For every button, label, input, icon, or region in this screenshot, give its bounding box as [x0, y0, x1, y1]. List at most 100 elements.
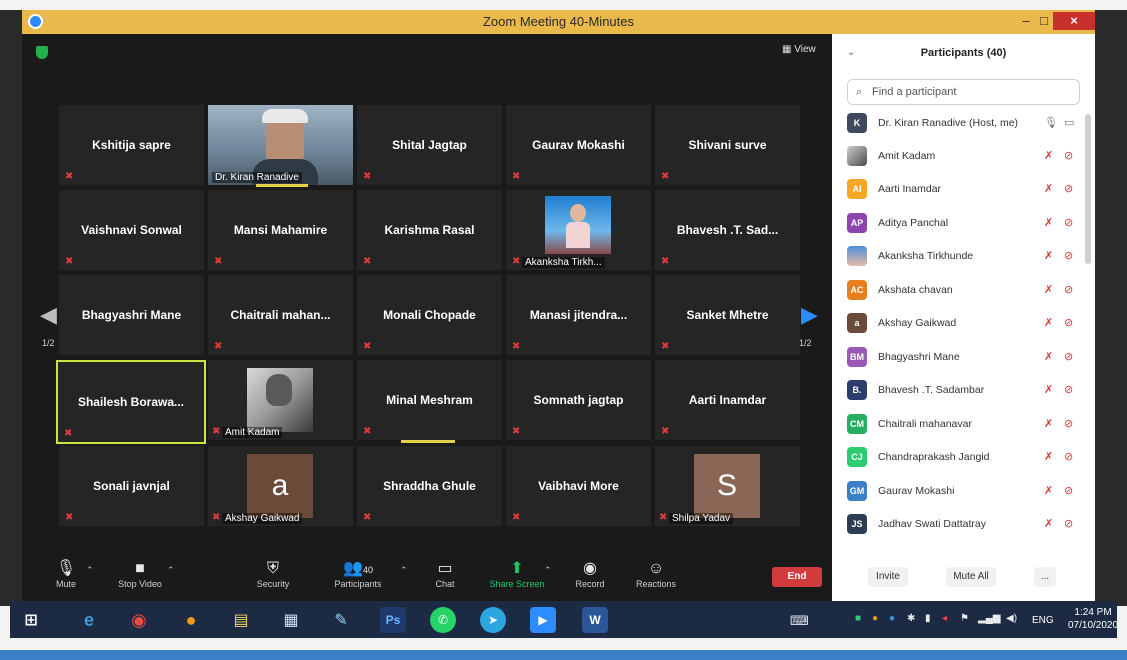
next-page-arrow-icon[interactable]: ▶ [801, 302, 818, 328]
tray-app-icon[interactable]: ● [872, 613, 878, 624]
muted-mic-icon: ✖ [363, 512, 372, 523]
bluetooth-icon[interactable]: ✱ [907, 613, 915, 624]
zoom-taskbar-icon[interactable]: ▶ [530, 607, 556, 633]
participant-row[interactable]: a Akshay Gaikwad ✗ ⊘ [844, 311, 1084, 337]
participant-row[interactable]: AP Aditya Panchal ✗ ⊘ [844, 211, 1084, 237]
video-tile[interactable]: Minal Meshram ✖ [357, 360, 502, 443]
grid-icon: ▦ [782, 44, 795, 55]
meeting-gallery: ▦ View ◀ 1/2 ▶ 1/2 Kshitija sapre ✖ Dr. … [22, 34, 832, 601]
taskbar-clock[interactable]: 1:24 PM 07/10/2020 [1068, 606, 1118, 632]
page-indicator-right: 1/2 [799, 338, 812, 348]
participant-row[interactable]: B. Bhavesh .T. Sadambar ✗ ⊘ [844, 378, 1084, 404]
calculator-icon[interactable]: ▦ [278, 607, 304, 633]
video-options-caret-icon[interactable]: ⌃ [167, 565, 175, 576]
stop-video-button[interactable]: ■ Stop Video [110, 559, 170, 589]
maximize-button[interactable]: □ [1035, 12, 1053, 30]
share-options-caret-icon[interactable]: ⌃ [544, 565, 552, 576]
video-tile[interactable]: Sonali javnjal ✖ [59, 446, 204, 526]
record-button[interactable]: ◉ Record [569, 559, 611, 589]
whatsapp-icon[interactable]: ✆ [430, 607, 456, 633]
video-tile[interactable]: Aarti Inamdar ✖ [655, 360, 800, 440]
participant-row[interactable]: BM Bhagyashri Mane ✗ ⊘ [844, 345, 1084, 371]
share-screen-button[interactable]: ⬆ Share Screen [484, 559, 550, 589]
view-button[interactable]: ▦ View [782, 44, 816, 55]
more-options-button[interactable]: ... [1034, 567, 1056, 587]
network-icon[interactable]: ▂▄▆ [978, 613, 1000, 624]
video-tile[interactable]: Somnath jagtap ✖ [506, 360, 651, 440]
firefox-icon[interactable]: ● [178, 607, 204, 633]
keyboard-icon[interactable]: ⌨ [790, 613, 809, 629]
window-title: Zoom Meeting 40-Minutes [482, 14, 634, 29]
muted-mic-icon: ✖ [363, 341, 372, 352]
tile-label: Shilpa Yadav [669, 513, 734, 524]
participant-row[interactable]: K Dr. Kiran Ranadive (Host, me) 🎙 ▭ [844, 111, 1084, 137]
participant-row[interactable]: JS Jadhav Swati Dattatray ✗ ⊘ [844, 512, 1084, 538]
video-tile[interactable]: S ✖ Shilpa Yadav [655, 446, 800, 526]
tray-app-icon[interactable]: ● [889, 613, 895, 624]
mute-all-button[interactable]: Mute All [946, 567, 996, 587]
video-tile[interactable]: Monali Chopade ✖ [357, 275, 502, 355]
video-tile[interactable]: Shivani surve ✖ [655, 105, 800, 185]
video-tile[interactable]: Chaitrali mahan... ✖ [208, 275, 353, 355]
video-tile[interactable]: Vaibhavi More ✖ [506, 446, 651, 526]
close-button[interactable]: × [1053, 12, 1095, 30]
panel-scrollbar[interactable] [1085, 114, 1091, 264]
word-icon[interactable]: W [582, 607, 608, 633]
chrome-icon[interactable]: ◉ [126, 607, 152, 633]
prev-page-arrow-icon[interactable]: ◀ [40, 302, 57, 328]
telegram-icon[interactable]: ➤ [480, 607, 506, 633]
screen-frame: Zoom Meeting 40-Minutes – □ × ▦ View ◀ 1… [0, 0, 1127, 660]
windows-start-icon[interactable]: ⊞ [18, 607, 44, 633]
participants-panel: ⌄ Participants (40) ⌕ Find a participant… [832, 34, 1095, 601]
flag-icon[interactable]: ⚑ [960, 613, 969, 624]
participant-row[interactable]: Akanksha Tirkhunde ✗ ⊘ [844, 244, 1084, 270]
paint-icon[interactable]: ✎ [328, 607, 354, 633]
volume-icon[interactable]: ◀) [1006, 613, 1017, 624]
tile-name: Chaitrali mahan... [230, 308, 331, 322]
video-tile[interactable]: ✖ Akanksha Tirkh... [506, 190, 651, 270]
participant-row[interactable]: GM Gaurav Mokashi ✗ ⊘ [844, 479, 1084, 505]
participant-row[interactable]: CM Chaitrali mahanavar ✗ ⊘ [844, 412, 1084, 438]
video-tile[interactable]: a ✖ Akshay Gaikwad [208, 446, 353, 526]
participant-row[interactable]: AC Akshata chavan ✗ ⊘ [844, 278, 1084, 304]
video-tile[interactable]: Bhagyashri Mane [59, 275, 204, 355]
encryption-shield-icon[interactable] [36, 46, 48, 59]
audio-options-caret-icon[interactable]: ⌃ [86, 565, 94, 576]
video-tile-active-speaker[interactable]: Shailesh Borawa... ✖ [56, 360, 206, 444]
battery-icon[interactable]: ▮ [925, 613, 931, 624]
video-tile[interactable]: Mansi Mahamire ✖ [208, 190, 353, 270]
chat-button[interactable]: ▭ Chat [427, 559, 463, 589]
minimize-button[interactable]: – [1017, 12, 1035, 30]
photoshop-icon[interactable]: Ps [380, 607, 406, 633]
mic-tray-icon[interactable]: ◂ [942, 613, 947, 624]
file-explorer-icon[interactable]: ▤ [228, 607, 254, 633]
video-tile[interactable]: Karishma Rasal ✖ [357, 190, 502, 270]
language-indicator[interactable]: ENG [1032, 615, 1054, 626]
participants-button[interactable]: 👥40 Participants [328, 559, 388, 589]
invite-button[interactable]: Invite [868, 567, 908, 587]
reactions-button[interactable]: ☺ Reactions [631, 559, 681, 589]
mute-button[interactable]: 🎙 Mute [46, 559, 86, 589]
internet-explorer-icon[interactable]: e [76, 607, 102, 633]
participants-options-caret-icon[interactable]: ⌃ [400, 565, 408, 576]
video-tile[interactable]: Gaurav Mokashi ✖ [506, 105, 651, 185]
video-tile[interactable]: Kshitija sapre ✖ [59, 105, 204, 185]
video-tile-live[interactable]: Dr. Kiran Ranadive [208, 105, 353, 187]
participant-search-input[interactable]: Find a participant [847, 79, 1080, 105]
security-button[interactable]: ⛨ Security [250, 559, 296, 589]
muted-mic-icon: ✗ [1044, 284, 1054, 296]
muted-mic-icon: ✖ [214, 256, 223, 267]
video-tile[interactable]: Shital Jagtap ✖ [357, 105, 502, 185]
video-tile[interactable]: Bhavesh .T. Sad... ✖ [655, 190, 800, 270]
video-tile[interactable]: Shraddha Ghule ✖ [357, 446, 502, 526]
video-tile[interactable]: Vaishnavi Sonwal ✖ [59, 190, 204, 270]
participant-row[interactable]: CJ Chandraprakash Jangid ✗ ⊘ [844, 445, 1084, 471]
video-tile[interactable]: Sanket Mhetre ✖ [655, 275, 800, 355]
video-tile[interactable]: ✖ Amit Kadam [208, 360, 353, 440]
video-tile[interactable]: Manasi jitendra... ✖ [506, 275, 651, 355]
tray-app-icon[interactable]: ■ [855, 613, 861, 624]
participant-row[interactable]: AI Aarti Inamdar ✗ ⊘ [844, 177, 1084, 203]
participant-row[interactable]: Amit Kadam ✗ ⊘ [844, 144, 1084, 170]
video-off-icon: ⊘ [1064, 518, 1074, 530]
end-meeting-button[interactable]: End [772, 567, 822, 587]
